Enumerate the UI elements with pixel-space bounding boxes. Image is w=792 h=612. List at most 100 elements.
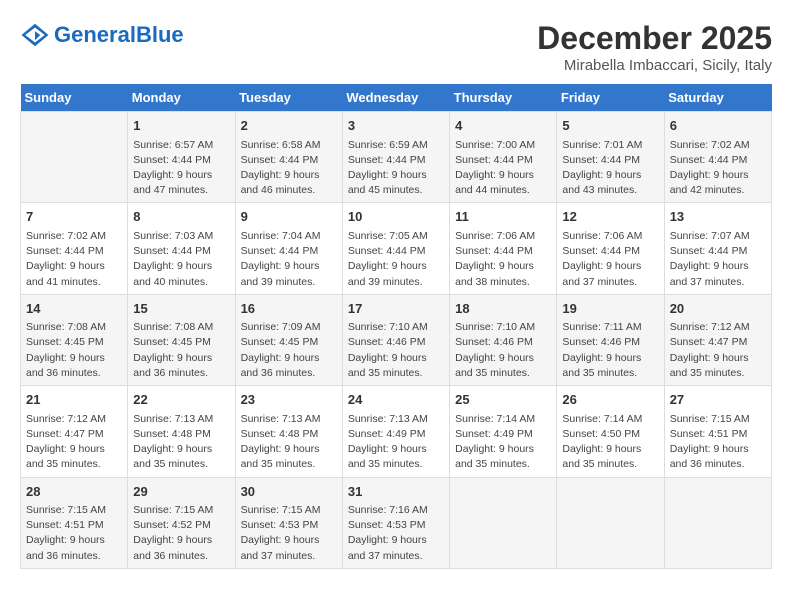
day-number: 15 [133,299,229,319]
day-number: 31 [348,482,444,502]
calendar-cell: 28Sunrise: 7:15 AMSunset: 4:51 PMDayligh… [21,477,128,568]
day-number: 24 [348,390,444,410]
day-number: 8 [133,207,229,227]
calendar-cell: 27Sunrise: 7:15 AMSunset: 4:51 PMDayligh… [664,386,771,477]
day-number: 14 [26,299,122,319]
day-number: 17 [348,299,444,319]
col-header-saturday: Saturday [664,84,771,112]
day-info: Sunrise: 7:06 AMSunset: 4:44 PMDaylight:… [455,229,551,290]
day-number: 6 [670,116,766,136]
calendar-cell: 11Sunrise: 7:06 AMSunset: 4:44 PMDayligh… [450,203,557,294]
calendar-cell: 8Sunrise: 7:03 AMSunset: 4:44 PMDaylight… [128,203,235,294]
calendar-cell [21,112,128,203]
day-info: Sunrise: 7:12 AMSunset: 4:47 PMDaylight:… [670,320,766,381]
calendar-cell: 2Sunrise: 6:58 AMSunset: 4:44 PMDaylight… [235,112,342,203]
day-number: 25 [455,390,551,410]
day-info: Sunrise: 7:07 AMSunset: 4:44 PMDaylight:… [670,229,766,290]
logo: GeneralBlue [20,20,184,50]
day-info: Sunrise: 7:06 AMSunset: 4:44 PMDaylight:… [562,229,658,290]
month-title: December 2025 [537,20,772,57]
day-info: Sunrise: 7:10 AMSunset: 4:46 PMDaylight:… [348,320,444,381]
day-info: Sunrise: 7:13 AMSunset: 4:49 PMDaylight:… [348,412,444,473]
day-info: Sunrise: 7:08 AMSunset: 4:45 PMDaylight:… [133,320,229,381]
calendar-cell: 29Sunrise: 7:15 AMSunset: 4:52 PMDayligh… [128,477,235,568]
day-number: 20 [670,299,766,319]
day-number: 23 [241,390,337,410]
day-number: 5 [562,116,658,136]
calendar-cell: 23Sunrise: 7:13 AMSunset: 4:48 PMDayligh… [235,386,342,477]
calendar-cell: 9Sunrise: 7:04 AMSunset: 4:44 PMDaylight… [235,203,342,294]
day-number: 3 [348,116,444,136]
col-header-monday: Monday [128,84,235,112]
day-number: 18 [455,299,551,319]
calendar-cell: 6Sunrise: 7:02 AMSunset: 4:44 PMDaylight… [664,112,771,203]
page-header: GeneralBlue December 2025 Mirabella Imba… [20,20,772,74]
day-number: 10 [348,207,444,227]
day-info: Sunrise: 7:02 AMSunset: 4:44 PMDaylight:… [26,229,122,290]
calendar-cell: 1Sunrise: 6:57 AMSunset: 4:44 PMDaylight… [128,112,235,203]
week-row-2: 14Sunrise: 7:08 AMSunset: 4:45 PMDayligh… [21,294,772,385]
col-header-sunday: Sunday [21,84,128,112]
calendar-table: SundayMondayTuesdayWednesdayThursdayFrid… [20,84,772,569]
day-number: 1 [133,116,229,136]
calendar-cell: 14Sunrise: 7:08 AMSunset: 4:45 PMDayligh… [21,294,128,385]
calendar-cell: 18Sunrise: 7:10 AMSunset: 4:46 PMDayligh… [450,294,557,385]
day-info: Sunrise: 7:09 AMSunset: 4:45 PMDaylight:… [241,320,337,381]
day-info: Sunrise: 6:59 AMSunset: 4:44 PMDaylight:… [348,138,444,199]
day-info: Sunrise: 7:05 AMSunset: 4:44 PMDaylight:… [348,229,444,290]
calendar-cell: 19Sunrise: 7:11 AMSunset: 4:46 PMDayligh… [557,294,664,385]
calendar-cell: 3Sunrise: 6:59 AMSunset: 4:44 PMDaylight… [342,112,449,203]
calendar-cell: 5Sunrise: 7:01 AMSunset: 4:44 PMDaylight… [557,112,664,203]
day-info: Sunrise: 7:15 AMSunset: 4:53 PMDaylight:… [241,503,337,564]
day-number: 16 [241,299,337,319]
col-header-thursday: Thursday [450,84,557,112]
day-number: 19 [562,299,658,319]
calendar-body: 1Sunrise: 6:57 AMSunset: 4:44 PMDaylight… [21,112,772,569]
day-number: 2 [241,116,337,136]
week-row-3: 21Sunrise: 7:12 AMSunset: 4:47 PMDayligh… [21,386,772,477]
calendar-cell [557,477,664,568]
day-number: 9 [241,207,337,227]
calendar-cell: 20Sunrise: 7:12 AMSunset: 4:47 PMDayligh… [664,294,771,385]
day-info: Sunrise: 7:03 AMSunset: 4:44 PMDaylight:… [133,229,229,290]
day-info: Sunrise: 7:08 AMSunset: 4:45 PMDaylight:… [26,320,122,381]
day-info: Sunrise: 7:15 AMSunset: 4:51 PMDaylight:… [26,503,122,564]
day-number: 27 [670,390,766,410]
title-block: December 2025 Mirabella Imbaccari, Sicil… [537,20,772,74]
week-row-1: 7Sunrise: 7:02 AMSunset: 4:44 PMDaylight… [21,203,772,294]
day-number: 13 [670,207,766,227]
day-number: 29 [133,482,229,502]
day-info: Sunrise: 7:02 AMSunset: 4:44 PMDaylight:… [670,138,766,199]
calendar-cell: 31Sunrise: 7:16 AMSunset: 4:53 PMDayligh… [342,477,449,568]
day-info: Sunrise: 7:15 AMSunset: 4:51 PMDaylight:… [670,412,766,473]
day-info: Sunrise: 7:04 AMSunset: 4:44 PMDaylight:… [241,229,337,290]
day-number: 21 [26,390,122,410]
calendar-cell [664,477,771,568]
week-row-4: 28Sunrise: 7:15 AMSunset: 4:51 PMDayligh… [21,477,772,568]
day-info: Sunrise: 7:01 AMSunset: 4:44 PMDaylight:… [562,138,658,199]
calendar-cell: 15Sunrise: 7:08 AMSunset: 4:45 PMDayligh… [128,294,235,385]
day-number: 7 [26,207,122,227]
calendar-cell: 17Sunrise: 7:10 AMSunset: 4:46 PMDayligh… [342,294,449,385]
logo-general: General [54,22,136,47]
calendar-cell: 10Sunrise: 7:05 AMSunset: 4:44 PMDayligh… [342,203,449,294]
day-number: 22 [133,390,229,410]
day-info: Sunrise: 7:14 AMSunset: 4:49 PMDaylight:… [455,412,551,473]
day-number: 11 [455,207,551,227]
calendar-cell: 4Sunrise: 7:00 AMSunset: 4:44 PMDaylight… [450,112,557,203]
day-info: Sunrise: 7:16 AMSunset: 4:53 PMDaylight:… [348,503,444,564]
day-info: Sunrise: 7:13 AMSunset: 4:48 PMDaylight:… [133,412,229,473]
calendar-cell: 22Sunrise: 7:13 AMSunset: 4:48 PMDayligh… [128,386,235,477]
calendar-cell: 7Sunrise: 7:02 AMSunset: 4:44 PMDaylight… [21,203,128,294]
day-info: Sunrise: 7:12 AMSunset: 4:47 PMDaylight:… [26,412,122,473]
calendar-header-row: SundayMondayTuesdayWednesdayThursdayFrid… [21,84,772,112]
calendar-cell [450,477,557,568]
calendar-cell: 30Sunrise: 7:15 AMSunset: 4:53 PMDayligh… [235,477,342,568]
day-number: 28 [26,482,122,502]
calendar-cell: 12Sunrise: 7:06 AMSunset: 4:44 PMDayligh… [557,203,664,294]
calendar-cell: 16Sunrise: 7:09 AMSunset: 4:45 PMDayligh… [235,294,342,385]
day-number: 26 [562,390,658,410]
calendar-cell: 21Sunrise: 7:12 AMSunset: 4:47 PMDayligh… [21,386,128,477]
day-info: Sunrise: 7:14 AMSunset: 4:50 PMDaylight:… [562,412,658,473]
logo-text: GeneralBlue [54,22,184,48]
